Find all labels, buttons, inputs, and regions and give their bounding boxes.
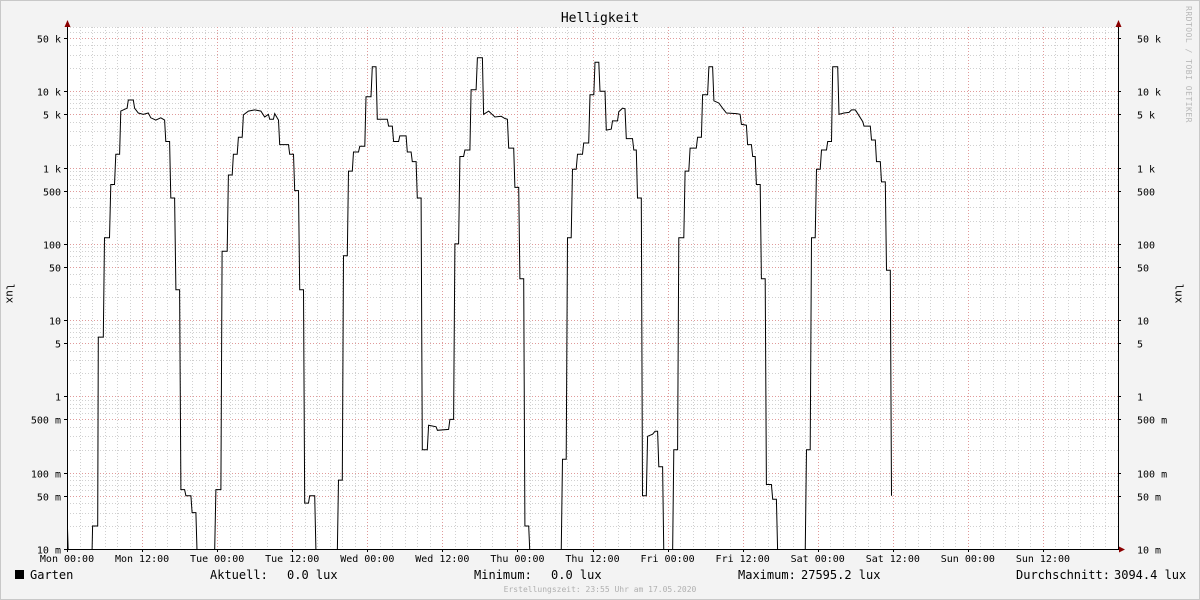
y-tick-label-left: 10 k — [37, 88, 61, 99]
stat-current-label: Aktuell: — [210, 568, 268, 582]
y-tick-label-right: 1 — [1137, 393, 1143, 404]
x-tick-label: Wed 12:00 — [415, 554, 469, 565]
y-tick-label-left: 5 k — [43, 111, 61, 122]
x-tick-label: Thu 12:00 — [565, 554, 619, 565]
y-tick-label-right: 10 — [1137, 317, 1149, 328]
x-tick-label: Mon 00:00 — [40, 554, 94, 565]
x-tick-label: Tue 12:00 — [265, 554, 319, 565]
y-tick-label-right: 100 m — [1137, 470, 1167, 481]
x-tick-label: Sun 12:00 — [1016, 554, 1070, 565]
y-tick-label-left: 500 — [43, 188, 61, 199]
y-axis-arrow-left — [64, 20, 71, 27]
y-tick-label-left: 1 k — [43, 165, 61, 176]
y-tick-label-left: 500 m — [31, 416, 61, 427]
stat-min-label: Minimum: — [474, 568, 532, 582]
y-tick-label-left: 50 k — [37, 35, 61, 46]
x-tick-label: Fri 00:00 — [640, 554, 694, 565]
stat-max-label: Maximum: — [738, 568, 796, 582]
y-tick-label-left: 1 — [55, 393, 61, 404]
x-tick-label: Thu 00:00 — [490, 554, 544, 565]
y-axis-arrow-right — [1115, 20, 1122, 27]
y-tick-label-right: 100 — [1137, 241, 1155, 252]
y-tick-label-left: 5 — [55, 340, 61, 351]
stat-current-value: 0.0 lux — [287, 568, 338, 582]
y-tick-label-right: 50 k — [1137, 35, 1161, 46]
plot-area — [67, 27, 1118, 549]
footer-timestamp: Erstellungszeit: 23:55 Uhr am 17.05.2020 — [503, 585, 697, 594]
y-tick-label-left: 100 m — [31, 470, 61, 481]
stat-avg-value: 3094.4 lux — [1114, 568, 1187, 582]
y-tick-label-right: 50 m — [1137, 493, 1161, 504]
y-tick-label-left: 100 — [43, 241, 61, 252]
stat-max-value: 27595.2 lux — [801, 568, 881, 582]
y-tick-label-left: 50 m — [37, 493, 61, 504]
y-tick-label-right: 10 k — [1137, 88, 1161, 99]
x-tick-label: Sat 00:00 — [791, 554, 845, 565]
y-tick-label-left: 10 — [49, 317, 61, 328]
stat-avg-label: Durchschnitt: — [1016, 568, 1110, 582]
y-tick-label-right: 5 k — [1137, 111, 1155, 122]
y-tick-label-left: 50 — [49, 264, 61, 275]
y-tick-label-right: 50 — [1137, 264, 1149, 275]
y-tick-label-right: 500 — [1137, 188, 1155, 199]
stat-min-value: 0.0 lux — [551, 568, 602, 582]
legend-series-name: Garten — [30, 568, 74, 582]
x-axis-arrow — [1119, 546, 1125, 553]
legend: Garten Aktuell: 0.0 lux Minimum: 0.0 lux… — [0, 568, 1200, 584]
x-tick-label: Sat 12:00 — [866, 554, 920, 565]
y-tick-label-right: 1 k — [1137, 165, 1155, 176]
chart-svg: 10 m 10 m50 m 50 m100 m 100 m500 m 500 m1 15 5… — [31, 20, 1167, 565]
legend-swatch-garten — [15, 570, 24, 579]
y-tick-label-right: 5 — [1137, 340, 1143, 351]
x-tick-label: Fri 12:00 — [716, 554, 770, 565]
x-tick-label: Wed 00:00 — [340, 554, 394, 565]
x-tick-label: Tue 00:00 — [190, 554, 244, 565]
y-tick-label-right: 500 m — [1137, 416, 1167, 427]
x-tick-label: Sun 00:00 — [941, 554, 995, 565]
x-tick-label: Mon 12:00 — [115, 554, 169, 565]
y-tick-label-right: 10 m — [1137, 546, 1161, 557]
